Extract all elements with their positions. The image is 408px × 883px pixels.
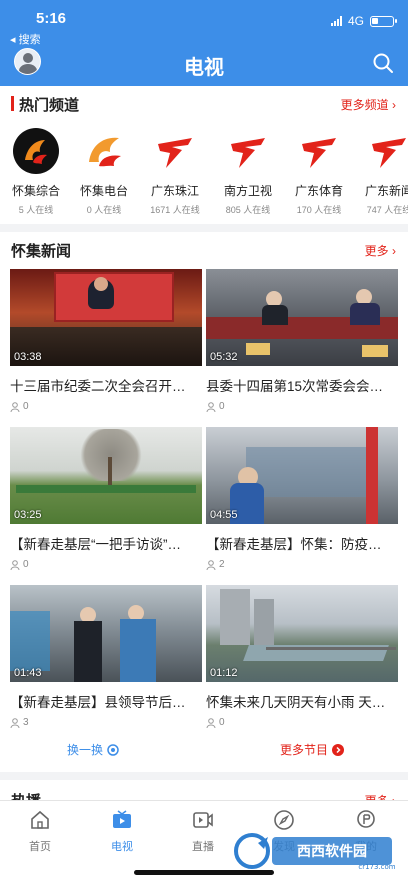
news-card-title: 【新春走基层】怀集：防疫…	[206, 537, 382, 552]
view-count: 0	[23, 401, 29, 412]
viewer-icon	[10, 401, 20, 412]
refresh-icon	[107, 743, 119, 756]
home-indicator	[134, 870, 274, 875]
section-marker	[11, 96, 14, 111]
section-divider	[0, 224, 408, 232]
more-news-link[interactable]: 更多 ›	[365, 242, 396, 259]
search-icon[interactable]	[372, 52, 394, 74]
app-header: 5:16 ◂ 搜索 4G 电视	[0, 0, 408, 86]
view-count: 0	[219, 717, 225, 728]
tab-home[interactable]: 首页	[9, 809, 71, 854]
huaiji-tv-logo	[13, 128, 59, 174]
more-channels-link[interactable]: 更多频道 ›	[341, 96, 396, 113]
video-thumbnail: 05:32	[206, 269, 398, 366]
tv-icon	[113, 810, 131, 828]
viewer-icon	[206, 401, 216, 412]
live-icon	[193, 812, 213, 828]
news-card-title: 【新春走基层“一把手访谈”…	[10, 537, 181, 552]
video-duration: 03:25	[14, 509, 42, 521]
news-card-title: 怀集未来几天阴天有小雨 天…	[206, 695, 386, 710]
view-count: 0	[23, 559, 29, 570]
bottom-tab-bar: 首页 电视 直播 发现 我的 西西软件园 cr173.com	[0, 800, 408, 883]
tab-live[interactable]: 直播	[172, 809, 234, 854]
channel-item[interactable]: 广东体育 170 人在线	[286, 120, 352, 216]
hot-channels-header: 热门频道 更多频道 ›	[0, 88, 408, 118]
status-time: 5:16	[36, 10, 67, 27]
viewer-icon	[206, 559, 216, 570]
news-card[interactable]: 01:12 怀集未来几天阴天有小雨 天… 0	[206, 585, 398, 728]
hot-channels-title: 热门频道	[19, 97, 80, 114]
compass-icon	[274, 810, 294, 830]
news-card[interactable]: 01:43 【新春走基层】县领导节后… 3	[10, 585, 202, 728]
news-card[interactable]: 03:25 【新春走基层“一把手访谈”… 0	[10, 427, 202, 570]
news-header: 怀集新闻 更多 ›	[0, 234, 408, 264]
battery-icon	[370, 15, 397, 27]
news-card[interactable]: 04:55 【新春走基层】怀集：防疫… 2	[206, 427, 398, 570]
video-duration: 01:12	[210, 667, 238, 679]
channel-item[interactable]: 怀集电台 0 人在线	[71, 120, 137, 216]
page-title: 电视	[184, 57, 224, 79]
video-duration: 01:43	[14, 667, 42, 679]
view-count: 3	[23, 717, 29, 728]
channel-item[interactable]: 广东新闻 747 人在线	[356, 120, 408, 216]
home-icon	[31, 810, 49, 829]
huaiji-radio-logo	[81, 128, 127, 174]
video-thumbnail: 03:25	[10, 427, 202, 524]
channel-item[interactable]: 南方卫视 805 人在线	[215, 120, 281, 216]
gdtv-logo	[152, 128, 198, 174]
viewer-icon	[10, 559, 20, 570]
swap-button[interactable]: 换一换	[67, 741, 119, 758]
back-to-search-link[interactable]: ◂ 搜索	[10, 31, 41, 47]
video-duration: 05:32	[210, 351, 238, 363]
video-thumbnail: 03:38	[10, 269, 202, 366]
video-thumbnail: 01:43	[10, 585, 202, 682]
channel-item[interactable]: 怀集综合 5 人在线	[3, 120, 69, 216]
news-actions: 换一换 更多节目	[0, 738, 408, 762]
news-card[interactable]: 03:38 十三届市纪委二次全会召开… 0	[10, 269, 202, 412]
signal-icon	[330, 16, 342, 26]
tab-tv[interactable]: 电视	[91, 809, 153, 854]
watermark-text: 西西软件园	[297, 843, 367, 860]
news-card-title: 十三届市纪委二次全会召开…	[10, 379, 186, 394]
watermark-url: cr173.com	[358, 863, 395, 871]
arrow-circle-icon	[332, 743, 345, 756]
video-duration: 04:55	[210, 509, 238, 521]
channel-list: 怀集综合 5 人在线 怀集电台 0 人在线 广东珠江 1671 人在线 南方卫视…	[0, 120, 408, 216]
channel-item[interactable]: 广东珠江 1671 人在线	[142, 120, 208, 216]
section-divider	[0, 772, 408, 780]
video-thumbnail: 04:55	[206, 427, 398, 524]
news-card[interactable]: 05:32 县委十四届第15次常委会会… 0	[206, 269, 398, 412]
news-card-title: 【新春走基层】县领导节后…	[10, 695, 186, 710]
network-type: 4G	[347, 14, 364, 28]
status-indicators: 4G	[330, 14, 397, 28]
viewer-icon	[206, 717, 216, 728]
news-title: 怀集新闻	[11, 243, 72, 260]
gdtv-logo	[225, 128, 271, 174]
watermark-logo: 西西软件园 cr173.com	[234, 833, 396, 871]
chat-icon	[357, 810, 375, 828]
gdtv-logo	[296, 128, 342, 174]
view-count: 0	[219, 401, 225, 412]
view-count: 2	[219, 559, 225, 570]
viewer-icon	[10, 717, 20, 728]
gdtv-logo	[366, 128, 408, 174]
news-card-title: 县委十四届第15次常委会会…	[206, 379, 384, 394]
video-duration: 03:38	[14, 351, 42, 363]
more-programs-button[interactable]: 更多节目	[280, 741, 345, 758]
video-thumbnail: 01:12	[206, 585, 398, 682]
